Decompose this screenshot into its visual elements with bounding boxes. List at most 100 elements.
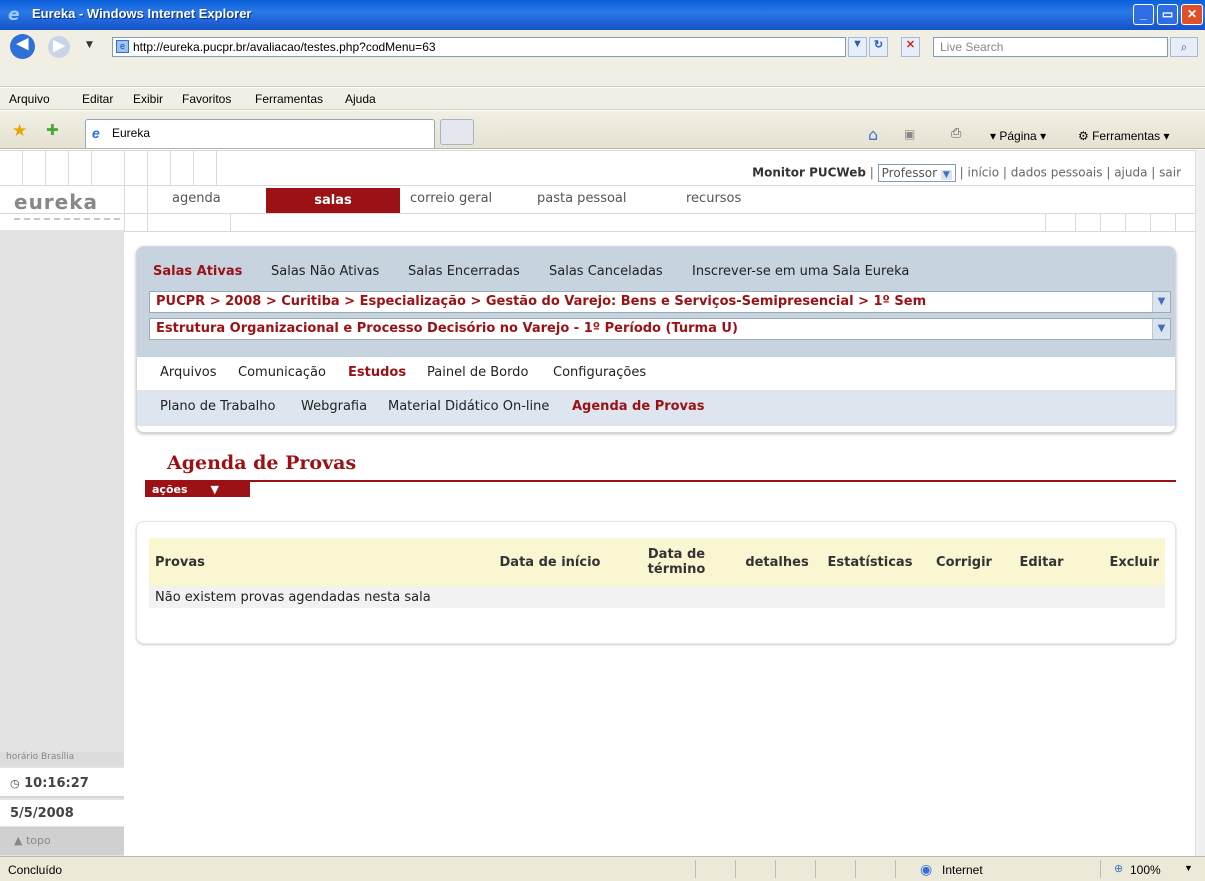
tab-row: ★ ✚ e Eureka ⌂ ▣ ⎙ ▾ Página ▾ ⚙ Ferramen… [0, 111, 1205, 149]
monitor-label: Monitor PUCWeb [752, 165, 866, 180]
clock-icon: ◷ [10, 777, 20, 790]
course-select-value: PUCPR > 2008 > Curitiba > Especialização… [156, 294, 927, 309]
nav-recursos[interactable]: recursos [686, 191, 741, 206]
page-content: Monitor PUCWeb | Professor ▼ | início | … [0, 150, 1195, 856]
close-button[interactable]: ✕ [1181, 4, 1203, 25]
tab-inscrever-sala[interactable]: Inscrever-se em uma Sala Eureka [692, 264, 909, 279]
tab-painel-de-bordo[interactable]: Painel de Bordo [427, 365, 528, 380]
tab-title: Eureka [112, 126, 151, 140]
window-title: Eureka - Windows Internet Explorer [32, 6, 252, 21]
zoom-icon: ⊕ [1114, 863, 1124, 875]
tab-comunicacao[interactable]: Comunicação [238, 365, 326, 380]
nav-correio-geral[interactable]: correio geral [410, 191, 492, 206]
class-select-value: Estrutura Organizacional e Processo Deci… [156, 321, 738, 336]
header-links[interactable]: início | dados pessoais | ajuda | sair [968, 166, 1181, 180]
chevron-down-icon: ▼ [940, 170, 952, 180]
window-titlebar: e Eureka - Windows Internet Explorer _ ▭… [0, 0, 1205, 30]
print-icon[interactable]: ⎙ [951, 126, 961, 141]
topo-label: topo [25, 834, 51, 847]
actions-label: ações [152, 483, 188, 496]
forward-button[interactable]: ▶ [48, 36, 70, 58]
col-estatisticas: Estatísticas [816, 538, 924, 586]
tab-webgrafia[interactable]: Webgrafia [301, 399, 367, 414]
maximize-button[interactable]: ▭ [1157, 4, 1178, 25]
search-icon[interactable]: ⌕ [1170, 37, 1198, 57]
tab-agenda-de-provas[interactable]: Agenda de Provas [572, 399, 705, 414]
menu-exibir[interactable]: Exibir [133, 92, 163, 106]
refresh-button[interactable]: ↻ [869, 37, 888, 57]
address-text: http://eureka.pucpr.br/avaliacao/testes.… [133, 40, 436, 54]
tab-salas-nao-ativas[interactable]: Salas Não Ativas [271, 264, 379, 279]
page-menu[interactable]: ▾ Página ▾ [990, 129, 1046, 143]
vertical-scrollbar[interactable] [1195, 150, 1205, 856]
page-title: Agenda de Provas [167, 452, 357, 474]
tab-arquivos[interactable]: Arquivos [160, 365, 217, 380]
search-input[interactable]: Live Search [933, 37, 1168, 57]
nav-pasta-pessoal[interactable]: pasta pessoal [537, 191, 627, 206]
tab-eureka[interactable]: e Eureka [85, 119, 435, 148]
tab-material-didatico[interactable]: Material Didático On-line [388, 399, 549, 414]
menu-favoritos[interactable]: Favoritos [182, 92, 231, 106]
tab-estudos[interactable]: Estudos [348, 365, 406, 380]
add-favorite-icon[interactable]: ✚ [46, 121, 59, 139]
page-menu-label: Página [999, 129, 1037, 143]
minimize-button[interactable]: _ [1133, 4, 1154, 25]
col-corrigir: Corrigir [924, 538, 1004, 586]
role-value: Professor [881, 166, 938, 180]
zoom-level[interactable]: 100% [1130, 863, 1161, 877]
logo-divider [14, 218, 120, 222]
col-provas: Provas [149, 538, 485, 586]
clock-label: horário Brasília [0, 752, 124, 766]
tab-salas-ativas[interactable]: Salas Ativas [153, 264, 242, 279]
tab-salas-canceladas[interactable]: Salas Canceladas [549, 264, 663, 279]
tab-salas-encerradas[interactable]: Salas Encerradas [408, 264, 520, 279]
ie-tab-icon: e [92, 125, 100, 141]
tab-configuracoes[interactable]: Configurações [553, 365, 646, 380]
tab-plano-de-trabalho[interactable]: Plano de Trabalho [160, 399, 276, 414]
zoom-dropdown-icon[interactable]: ▼ [1184, 863, 1193, 873]
address-dropdown-button[interactable]: ▼ [848, 37, 867, 57]
col-editar: Editar [1004, 538, 1079, 586]
clock: ◷ 10:16:27 [0, 768, 124, 798]
rooms-panel: Salas Ativas Salas Não Ativas Salas Ence… [136, 246, 1176, 433]
table-header-row: Provas Data de início Data de término de… [149, 538, 1165, 586]
history-dropdown-icon[interactable]: ▼ [86, 40, 93, 50]
menu-arquivo[interactable]: Arquivo [9, 92, 50, 106]
col-detalhes: detalhes [738, 538, 816, 586]
title-rule [145, 480, 1176, 482]
menu-ferramentas[interactable]: Ferramentas [255, 92, 323, 106]
course-select[interactable]: PUCPR > 2008 > Curitiba > Especialização… [149, 291, 1171, 313]
nav-salas[interactable]: salas [266, 188, 400, 213]
menu-ajuda[interactable]: Ajuda [345, 92, 376, 106]
arrow-up-icon: ▲ [14, 834, 23, 847]
exams-table-panel: Provas Data de início Data de término de… [136, 521, 1176, 644]
table-row: Não existem provas agendadas nesta sala [149, 586, 1165, 608]
chevron-down-icon: ▼ [210, 483, 219, 496]
chevron-down-icon: ▼ [1152, 292, 1170, 312]
menu-bar: Arquivo Editar Exibir Favoritos Ferramen… [0, 88, 1205, 110]
site-header: Monitor PUCWeb | Professor ▼ | início | … [0, 150, 1195, 232]
current-date: 5/5/2008 [0, 800, 124, 826]
role-select[interactable]: Professor ▼ [877, 164, 956, 182]
col-excluir: Excluir [1079, 538, 1165, 586]
clock-time: 10:16:27 [24, 776, 89, 791]
new-tab-button[interactable] [440, 119, 474, 145]
globe-icon: ◉ [920, 861, 933, 877]
feeds-icon[interactable]: ▣ [904, 127, 915, 141]
status-bar: Concluído ◉ Internet ⊕ 100% ▼ [0, 856, 1205, 881]
home-icon[interactable]: ⌂ [868, 125, 878, 144]
nav-agenda[interactable]: agenda [172, 191, 221, 206]
actions-menu[interactable]: ações ▼ [145, 480, 250, 497]
col-data-inicio: Data de início [485, 538, 615, 586]
stop-button[interactable]: ✕ [901, 37, 920, 57]
back-to-top-link[interactable]: ▲ topo [0, 827, 124, 855]
ie-logo-icon: e [8, 5, 20, 25]
eureka-logo: eureka [14, 190, 99, 214]
menu-editar[interactable]: Editar [82, 92, 113, 106]
tools-menu[interactable]: ⚙ Ferramentas ▾ [1078, 129, 1169, 143]
back-button[interactable]: ◀ [10, 34, 35, 59]
favorites-star-icon[interactable]: ★ [12, 121, 27, 141]
chevron-down-icon: ▼ [1152, 319, 1170, 339]
address-bar[interactable]: e http://eureka.pucpr.br/avaliacao/teste… [112, 37, 846, 57]
class-select[interactable]: Estrutura Organizacional e Processo Deci… [149, 318, 1171, 340]
